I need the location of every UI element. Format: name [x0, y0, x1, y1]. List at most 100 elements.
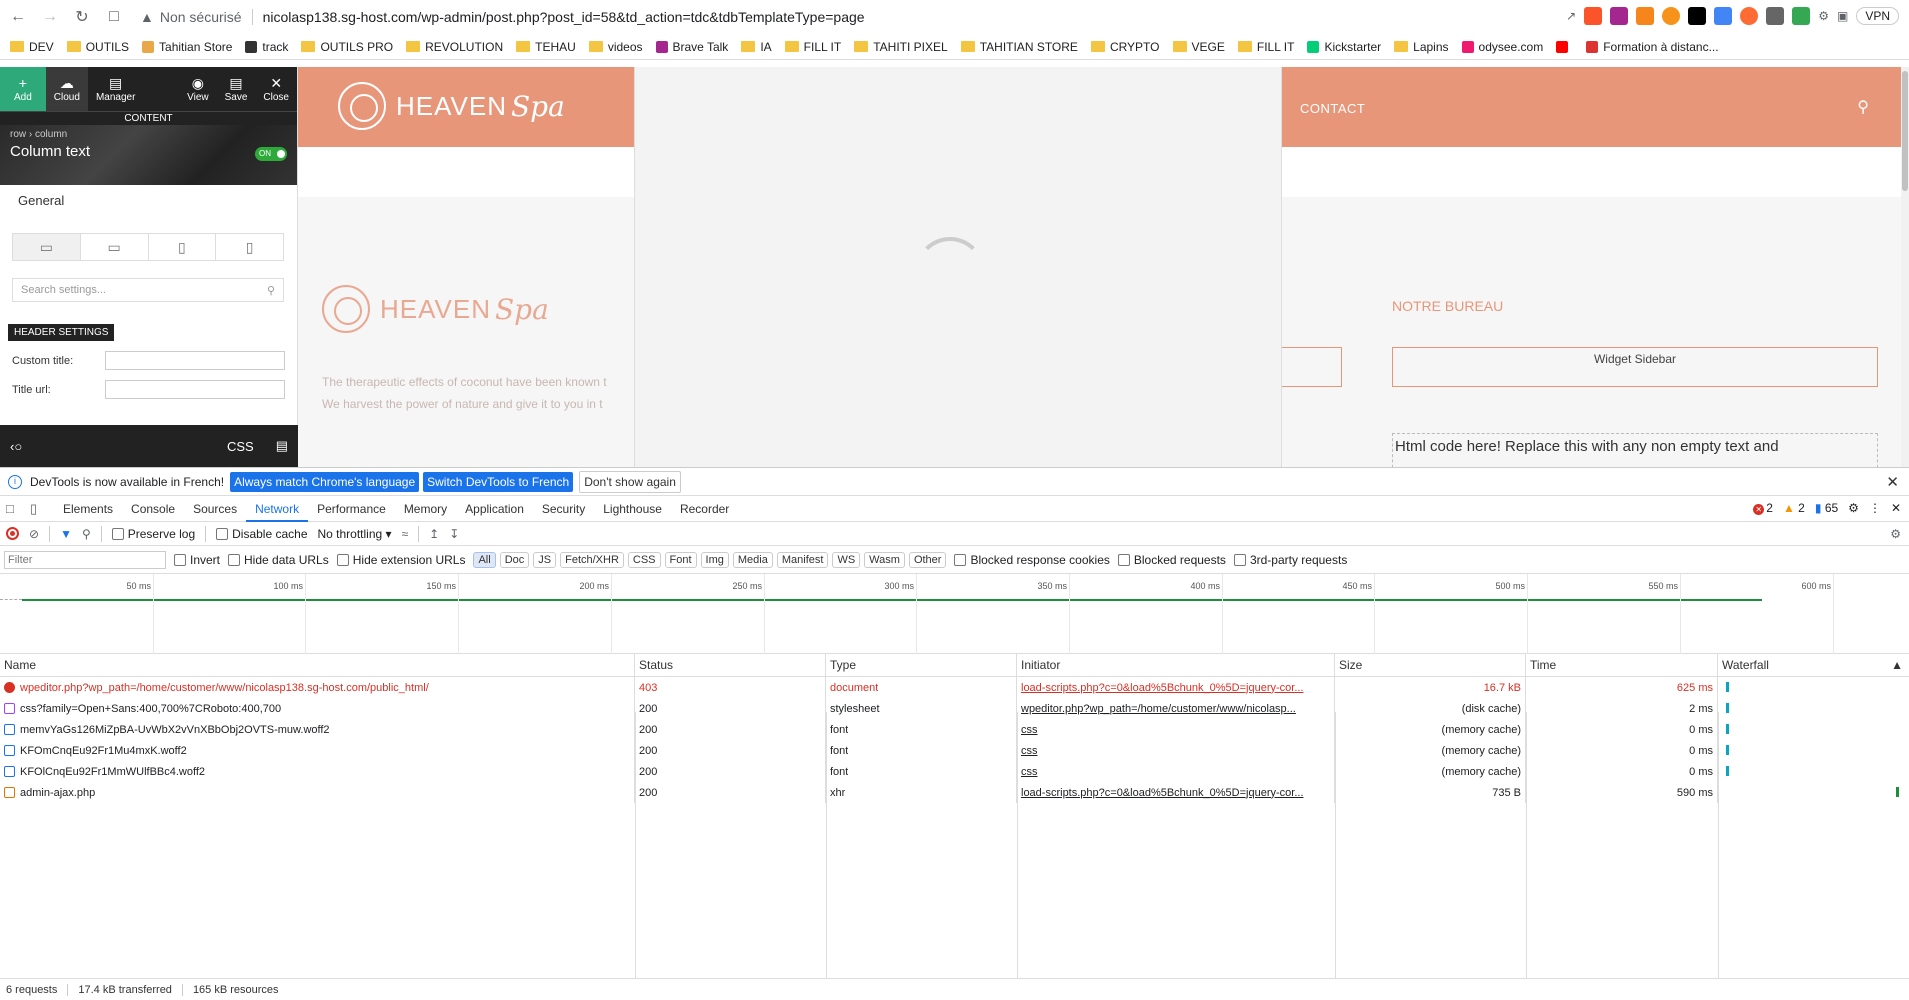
close-button[interactable]: ✕ Close: [255, 67, 297, 111]
nav-contact[interactable]: CONTACT: [1300, 101, 1365, 116]
third-party-checkbox[interactable]: 3rd-party requests: [1233, 553, 1347, 567]
css-button[interactable]: CSS: [227, 439, 254, 454]
tab-recorder[interactable]: Recorder: [671, 496, 738, 522]
widget-sidebar[interactable]: Widget Sidebar: [1392, 347, 1878, 387]
filter-chip-js[interactable]: JS: [533, 551, 557, 568]
tab-general[interactable]: General: [8, 185, 75, 216]
settings-icon[interactable]: ⚙: [1848, 501, 1859, 515]
filter-chip-css[interactable]: CSS: [627, 551, 661, 568]
bookmark-item[interactable]: Lapins: [1394, 40, 1449, 54]
tab-console[interactable]: Console: [122, 496, 184, 522]
phone-icon[interactable]: ▯: [216, 234, 283, 260]
extension-red-icon[interactable]: [1740, 7, 1759, 25]
add-button[interactable]: + Add: [0, 67, 46, 111]
table-row[interactable]: KFOlCnqEu92Fr1MmWUlfBBc4.woff2 200 font css…: [0, 761, 1909, 782]
search-icon[interactable]: ⚲: [1857, 97, 1869, 117]
hide-data-urls-checkbox[interactable]: Hide data URLs: [228, 553, 329, 567]
search-icon[interactable]: ⚲: [82, 527, 91, 541]
bookmark-item[interactable]: track: [245, 40, 288, 54]
request-name[interactable]: admin-ajax.php: [0, 782, 635, 803]
bookmark-item[interactable]: Tahitian Store: [142, 40, 232, 54]
table-row[interactable]: admin-ajax.php 200 xhr load-scripts.php?c=0…: [0, 782, 1909, 803]
bookmark-item[interactable]: IA: [741, 40, 772, 54]
address-bar[interactable]: ▲ Non sécurisé nicolasp138.sg-host.com/w…: [140, 4, 865, 30]
filter-chip-doc[interactable]: Doc: [499, 551, 530, 568]
close-devtools-icon[interactable]: ✕: [1891, 501, 1901, 515]
url-text[interactable]: nicolasp138.sg-host.com/wp-admin/post.ph…: [263, 9, 865, 25]
export-icon[interactable]: ↧: [449, 527, 459, 541]
invert-checkbox[interactable]: Invert: [174, 553, 220, 567]
filter-chip-manifest[interactable]: Manifest: [776, 551, 829, 568]
widget-box-left[interactable]: [1282, 347, 1342, 387]
import-icon[interactable]: ↥: [429, 527, 439, 541]
message-count[interactable]: ▮ 65: [1815, 501, 1838, 515]
bookmark-item[interactable]: Brave Talk: [655, 40, 728, 54]
tab-sources[interactable]: Sources: [184, 496, 246, 522]
bookmark-icon[interactable]: □: [104, 7, 124, 27]
disable-cache-checkbox[interactable]: Disable cache: [216, 527, 308, 541]
bookmark-item[interactable]: REVOLUTION: [406, 40, 503, 54]
tab-network[interactable]: Network: [246, 496, 309, 522]
col-status[interactable]: Status: [635, 654, 826, 676]
match-language-button[interactable]: Always match Chrome's language: [230, 471, 420, 492]
tablet-landscape-icon[interactable]: ▭: [81, 234, 149, 260]
sidebar-icon[interactable]: ▣: [1837, 9, 1848, 23]
warning-count[interactable]: ▲ 2: [1783, 501, 1805, 515]
filter-input[interactable]: Filter: [4, 550, 166, 569]
wifi-icon[interactable]: ≈: [402, 527, 409, 541]
filter-chip-font[interactable]: Font: [664, 551, 697, 568]
share-icon[interactable]: ↗: [1566, 9, 1576, 23]
tab-lighthouse[interactable]: Lighthouse: [594, 496, 671, 522]
filter-chip-fetchxhr[interactable]: Fetch/XHR: [560, 551, 624, 568]
back-icon[interactable]: ←: [8, 7, 28, 27]
metamask-icon[interactable]: [1636, 7, 1655, 25]
html-code-block[interactable]: Html code here! Replace this with any no…: [1392, 433, 1878, 467]
custom-title-input[interactable]: [105, 351, 285, 370]
network-settings-icon[interactable]: ⚙: [1890, 527, 1901, 541]
on-toggle[interactable]: ON: [255, 147, 287, 161]
bookmark-item[interactable]: TAHITIAN STORE: [960, 40, 1078, 54]
layers-icon[interactable]: ▤: [276, 438, 288, 454]
bookmark-item[interactable]: videos: [588, 40, 643, 54]
tab-application[interactable]: Application: [456, 496, 533, 522]
table-row[interactable]: memvYaGs126MiZpBA-UvWbX2vVnXBbObj2OVTS-m…: [0, 719, 1909, 740]
request-name[interactable]: wpeditor.php?wp_path=/home/customer/www/…: [0, 677, 635, 698]
blocked-requests-checkbox[interactable]: Blocked requests: [1117, 553, 1226, 567]
filter-chip-media[interactable]: Media: [732, 551, 773, 568]
filter-chip-img[interactable]: Img: [700, 551, 729, 568]
tab-memory[interactable]: Memory: [395, 496, 456, 522]
title-url-input[interactable]: [105, 380, 285, 399]
request-initiator-text[interactable]: css: [1021, 724, 1038, 736]
forward-icon[interactable]: →: [40, 7, 60, 27]
filter-chip-all[interactable]: All: [473, 551, 496, 568]
bookmark-item[interactable]: CRYPTO: [1090, 40, 1160, 54]
request-name[interactable]: css?family=Open+Sans:400,700%7CRoboto:40…: [0, 698, 635, 719]
bookmark-item[interactable]: [1556, 40, 1573, 53]
request-initiator-text[interactable]: wpeditor.php?wp_path=/home/customer/www/…: [1021, 703, 1296, 715]
brave-rewards-icon[interactable]: [1610, 7, 1629, 25]
bookmark-item[interactable]: Kickstarter: [1307, 40, 1381, 54]
close-icon[interactable]: ✕: [1886, 473, 1899, 491]
search-settings-input[interactable]: Search settings... ⚲: [12, 278, 284, 302]
filter-chip-other[interactable]: Other: [908, 551, 947, 568]
request-name[interactable]: memvYaGs126MiZpBA-UvWbX2vVnXBbObj2OVTS-m…: [0, 719, 635, 740]
tab-elements[interactable]: Elements: [54, 496, 122, 522]
request-name[interactable]: KFOmCnqEu92Fr1Mu4mxK.woff2: [0, 740, 635, 761]
filter-chip-wasm[interactable]: Wasm: [864, 551, 905, 568]
inspect-icon[interactable]: □: [6, 501, 22, 517]
cloud-button[interactable]: ☁ Cloud: [45, 67, 88, 111]
tab-css[interactable]: Css: [74, 185, 116, 216]
col-name[interactable]: Name: [0, 654, 635, 676]
col-type[interactable]: Type: [826, 654, 1017, 676]
bookmark-item[interactable]: FILL IT: [784, 40, 841, 54]
col-initiator[interactable]: Initiator: [1017, 654, 1335, 676]
preserve-log-checkbox[interactable]: Preserve log: [111, 527, 195, 541]
puzzle-icon[interactable]: ⚙: [1818, 9, 1829, 23]
page-scrollbar[interactable]: [1901, 67, 1909, 467]
tablet-portrait-icon[interactable]: ▯: [149, 234, 217, 260]
extension-grid-icon[interactable]: [1766, 7, 1785, 25]
bookmark-item[interactable]: OUTILS: [66, 40, 129, 54]
bookmark-item[interactable]: TEHAU: [516, 40, 576, 54]
dont-show-button[interactable]: Don't show again: [579, 470, 681, 493]
circle-icon[interactable]: ○: [14, 439, 22, 454]
